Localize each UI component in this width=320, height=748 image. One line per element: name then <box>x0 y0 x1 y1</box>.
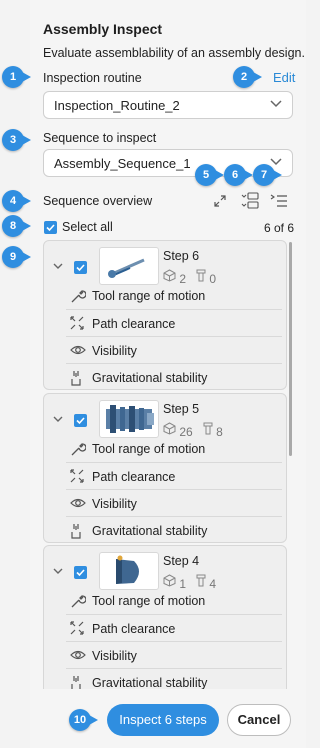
check-label: Tool range of motion <box>92 594 206 608</box>
step-checkbox[interactable] <box>74 566 87 579</box>
check-row[interactable]: Tool range of motion <box>66 435 282 462</box>
step-thumbnail <box>99 552 159 590</box>
chevron-down-icon <box>270 100 282 108</box>
fastener-icon <box>203 422 213 435</box>
callout-badge-7: 7 <box>253 164 282 186</box>
check-label: Tool range of motion <box>92 442 206 456</box>
fastener-icon <box>196 269 206 282</box>
sequence-to-inspect-label: Sequence to inspect <box>43 131 157 145</box>
sequence-overview-label: Sequence overview <box>43 194 153 208</box>
list-indent-icon[interactable] <box>269 192 289 210</box>
step-card[interactable]: Step 5 26 8 Tool range of motion Path cl… <box>43 393 287 543</box>
check-row[interactable]: Gravitational stability <box>66 516 282 544</box>
part-thumbnail-image <box>108 258 145 278</box>
check-row[interactable]: Path clearance <box>66 614 282 642</box>
eye-icon <box>70 345 86 355</box>
check-row[interactable]: Tool range of motion <box>66 282 282 309</box>
check-row[interactable]: Visibility <box>66 489 282 517</box>
chevron-down-icon <box>270 158 282 166</box>
check-label: Tool range of motion <box>92 289 206 303</box>
gravity-icon <box>71 371 81 386</box>
check-label: Gravitational stability <box>92 524 208 538</box>
clearance-icon <box>70 316 84 330</box>
check-label: Visibility <box>92 344 137 358</box>
fastener-icon <box>196 574 206 587</box>
callout-badge-8: 8 <box>2 215 31 237</box>
check-label: Path clearance <box>92 470 176 484</box>
check-row[interactable]: Visibility <box>66 336 282 364</box>
callout-badge-1: 1 <box>2 66 31 88</box>
eye-icon <box>70 498 86 508</box>
expand-icon[interactable] <box>212 193 228 209</box>
inspect-steps-button[interactable]: Inspect 6 steps <box>107 704 219 736</box>
check-row[interactable]: Gravitational stability <box>66 363 282 391</box>
step-name: Step 4 <box>163 554 200 568</box>
eye-icon <box>70 650 86 660</box>
sequence-step-list[interactable]: Step 6 2 0 Tool range of motion Path cle… <box>43 239 293 689</box>
check-label: Gravitational stability <box>92 676 208 689</box>
select-all-checkbox[interactable] <box>44 221 57 234</box>
check-row[interactable]: Tool range of motion <box>66 587 282 614</box>
inspection-routine-select[interactable]: Inspection_Routine_2 <box>43 91 293 119</box>
part-thumbnail-image <box>106 405 154 433</box>
step-name: Step 5 <box>163 402 200 416</box>
callout-badge-6: 6 <box>224 164 253 186</box>
checkbox-icon <box>76 264 85 272</box>
step-name: Step 6 <box>163 249 200 263</box>
checkbox-icon <box>46 224 55 232</box>
inspection-routine-label: Inspection routine <box>43 71 142 85</box>
cube-icon <box>163 574 176 587</box>
list-scrollbar[interactable] <box>289 242 292 456</box>
step-checkbox[interactable] <box>74 261 87 274</box>
chevron-down-icon[interactable] <box>53 263 63 270</box>
check-label: Visibility <box>92 497 137 511</box>
callout-badge-9: 9 <box>2 246 31 268</box>
callout-badge-10: 10 <box>69 709 98 731</box>
step-thumbnail <box>99 400 159 438</box>
sequence-value: Assembly_Sequence_1 <box>54 156 191 171</box>
panel-title: Assembly Inspect <box>43 21 163 37</box>
part-thumbnail-image <box>116 555 139 584</box>
cube-icon <box>163 422 176 435</box>
edit-routine-link[interactable]: Edit <box>273 70 295 85</box>
checkbox-icon <box>76 569 85 577</box>
cube-icon <box>163 269 176 282</box>
clearance-icon <box>70 621 84 635</box>
check-row[interactable]: Visibility <box>66 641 282 669</box>
wrench-icon <box>71 595 86 608</box>
panel-description: Evaluate assemblability of an assembly d… <box>43 46 305 60</box>
check-row[interactable]: Gravitational stability <box>66 668 282 689</box>
collapse-all-icon[interactable] <box>240 191 260 211</box>
step-card[interactable]: Step 4 1 4 Tool range of motion Path cle… <box>43 545 287 689</box>
check-label: Path clearance <box>92 317 176 331</box>
check-label: Path clearance <box>92 622 176 636</box>
callout-badge-5: 5 <box>195 164 224 186</box>
wrench-icon <box>71 443 86 456</box>
check-row[interactable]: Path clearance <box>66 462 282 490</box>
clearance-icon <box>70 469 84 483</box>
callout-badge-3: 3 <box>2 129 31 151</box>
check-label: Gravitational stability <box>92 371 208 385</box>
callout-badge-2: 2 <box>233 66 262 88</box>
gravity-icon <box>71 676 81 689</box>
checkbox-icon <box>76 417 85 425</box>
step-checkbox[interactable] <box>74 414 87 427</box>
cancel-button[interactable]: Cancel <box>227 704 291 736</box>
step-thumbnail <box>99 247 159 285</box>
gravity-icon <box>71 524 81 539</box>
check-row[interactable]: Path clearance <box>66 309 282 337</box>
selected-count: 6 of 6 <box>264 221 295 235</box>
wrench-icon <box>71 290 86 303</box>
callout-badge-4: 4 <box>2 190 31 212</box>
chevron-down-icon[interactable] <box>53 568 63 575</box>
select-all-label: Select all <box>62 220 113 234</box>
chevron-down-icon[interactable] <box>53 416 63 423</box>
check-label: Visibility <box>92 649 137 663</box>
step-card[interactable]: Step 6 2 0 Tool range of motion Path cle… <box>43 240 287 390</box>
inspection-routine-value: Inspection_Routine_2 <box>54 98 180 113</box>
